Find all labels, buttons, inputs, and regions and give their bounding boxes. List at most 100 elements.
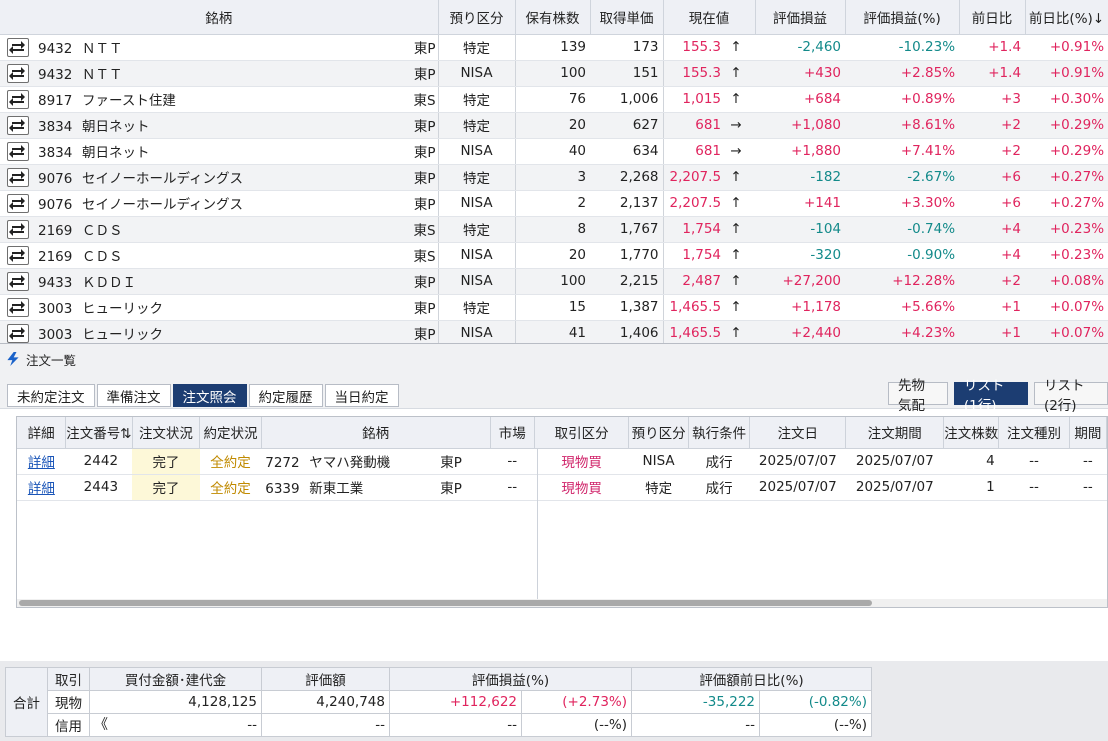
- col-header-status[interactable]: 注文状況: [132, 417, 201, 449]
- expand-chevron-icon[interactable]: 《: [94, 718, 108, 732]
- holding-row[interactable]: 2169 ＣＤＳ 東S 特定 8 1,767 1,754 ↑ -104 -0.74% +4 +0.23…: [0, 216, 1108, 243]
- order-account: NISA: [628, 448, 689, 475]
- holding-price-cell: 2,207.5 ↑: [663, 164, 756, 191]
- price-trend-arrow-icon: ↑: [730, 91, 742, 107]
- col-header-period[interactable]: 注文期間: [845, 417, 945, 449]
- holding-market: 東S: [404, 86, 439, 113]
- holding-chg: +1: [959, 294, 1026, 321]
- col-header-qty[interactable]: 注文株数: [943, 417, 1000, 449]
- col-header-cost[interactable]: 取得単価: [590, 0, 664, 35]
- price-trend-arrow-icon: ↑: [730, 273, 742, 289]
- col-header-pl[interactable]: 評価損益: [755, 0, 846, 35]
- order-detail-link[interactable]: 詳細: [28, 481, 55, 497]
- summary-total-label: 合計: [5, 667, 48, 737]
- holding-code: 8917: [38, 93, 73, 109]
- holding-account: 特定: [438, 86, 516, 113]
- holding-name: ＫＤＤＩ: [82, 275, 136, 291]
- col-header-detail[interactable]: 詳細: [17, 417, 67, 449]
- col-header-name[interactable]: 銘柄: [0, 0, 439, 35]
- holding-pl-pct: +8.61%: [845, 112, 960, 139]
- holding-code: 9076: [38, 197, 73, 213]
- holding-row[interactable]: 9076 セイノーホールディングス 東P 特定 3 2,268 2,207.5 ↑ -182 -2…: [0, 164, 1108, 191]
- list-2-row-button[interactable]: リスト(2行): [1033, 378, 1108, 414]
- swap-arrows-icon[interactable]: [7, 89, 29, 109]
- swap-arrows-icon[interactable]: [7, 271, 29, 291]
- swap-arrows-icon[interactable]: [7, 219, 29, 239]
- holding-market: 東P: [404, 138, 439, 165]
- col-header-chg[interactable]: 前日比: [959, 0, 1026, 35]
- swap-arrows-icon[interactable]: [7, 245, 29, 265]
- order-row[interactable]: 詳細 2443 完了 全約定 6339 新東工業 東P -- 現物買 特定 成行 2025/07/07…: [17, 474, 1107, 501]
- tab-today-executions[interactable]: 当日約定: [324, 384, 399, 407]
- swap-arrows-icon[interactable]: [7, 297, 29, 317]
- holding-chg: +1.4: [959, 60, 1026, 87]
- holding-price-cell: 1,754 ↑: [663, 242, 756, 269]
- tab-execution-history[interactable]: 約定履歴: [248, 384, 323, 407]
- col-header-pl-pct[interactable]: 評価損益(%): [845, 0, 960, 35]
- col-header-qty[interactable]: 保有株数: [515, 0, 591, 35]
- list-1-row-button[interactable]: リスト(1行): [953, 378, 1028, 414]
- order-period: 2025/07/07: [845, 474, 944, 501]
- holding-name-cell: 3003 ヒューリック: [32, 294, 404, 321]
- swap-arrows-icon[interactable]: [7, 37, 29, 57]
- holding-pl: +1,880: [755, 138, 846, 165]
- tab-order-inquiry[interactable]: 注文照会: [172, 384, 247, 407]
- order-action-cell: [0, 190, 32, 217]
- holding-account: NISA: [438, 138, 516, 165]
- scrollbar-thumb[interactable]: [19, 600, 872, 606]
- swap-arrows-icon[interactable]: [7, 323, 29, 343]
- holding-row[interactable]: 9076 セイノーホールディングス 東P NISA 2 2,137 2,207.5 ↑ +141…: [0, 190, 1108, 217]
- holding-row[interactable]: 3834 朝日ネット 東P 特定 20 627 681 → +1,080 +8.61% +2 +0.2…: [0, 112, 1108, 139]
- holding-qty: 100: [515, 268, 591, 295]
- holding-row[interactable]: 9433 ＫＤＤＩ 東P NISA 100 2,215 2,487 ↑ +27,200 +12.2…: [0, 268, 1108, 295]
- order-exchange: 東P: [440, 481, 462, 497]
- price-trend-arrow-icon: ↑: [730, 221, 742, 237]
- order-row[interactable]: 詳細 2442 完了 全約定 7272 ヤマハ発動機 東P -- 現物買 NISA 成行 2025/0…: [17, 448, 1107, 475]
- col-header-chg-pct[interactable]: 前日比(%)↓: [1025, 0, 1108, 35]
- col-header-order-no[interactable]: 注文番号⇅: [65, 417, 133, 449]
- col-header-order-date[interactable]: 注文日: [749, 417, 847, 449]
- col-header-exec-status[interactable]: 約定状況: [199, 417, 262, 449]
- price-trend-arrow-icon: ↑: [730, 169, 742, 185]
- holding-row[interactable]: 3003 ヒューリック 東P 特定 15 1,387 1,465.5 ↑ +1,178 +5.66…: [0, 294, 1108, 321]
- order-market: --: [490, 474, 535, 501]
- holding-name-cell: 2169 ＣＤＳ: [32, 242, 404, 269]
- holding-row[interactable]: 8917 ファースト住建 東S 特定 76 1,006 1,015 ↑ +684 +0.89% +3…: [0, 86, 1108, 113]
- holding-chg: +1: [959, 320, 1026, 343]
- col-header-market[interactable]: 市場: [490, 417, 535, 449]
- col-header-term[interactable]: 期間: [1069, 417, 1107, 449]
- swap-arrows-icon[interactable]: [7, 193, 29, 213]
- holding-chg: +6: [959, 164, 1026, 191]
- holding-pl-pct: -2.67%: [845, 164, 960, 191]
- holding-row[interactable]: 3834 朝日ネット 東P NISA 40 634 681 → +1,880 +7.41% +2 +0…: [0, 138, 1108, 165]
- col-header-account[interactable]: 預り区分: [438, 0, 516, 35]
- holding-qty: 2: [515, 190, 591, 217]
- holding-row[interactable]: 9432 ＮＴＴ 東P NISA 100 151 155.3 ↑ +430 +2.85% +1.4 +…: [0, 60, 1108, 87]
- swap-arrows-icon[interactable]: [7, 115, 29, 135]
- holding-pl-pct: +7.41%: [845, 138, 960, 165]
- holding-price-cell: 155.3 ↑: [663, 34, 756, 61]
- futures-quote-button[interactable]: 先物気配: [888, 378, 948, 414]
- swap-arrows-icon[interactable]: [7, 167, 29, 187]
- col-header-price[interactable]: 現在値: [663, 0, 756, 35]
- holding-row[interactable]: 9432 ＮＴＴ 東P 特定 139 173 155.3 ↑ -2,460 -10.23% +1.4…: [0, 34, 1108, 61]
- col-header-name[interactable]: 銘柄: [261, 417, 491, 449]
- swap-arrows-icon[interactable]: [7, 141, 29, 161]
- order-trade-type: 現物買: [534, 474, 629, 501]
- holding-price: 1,754: [682, 221, 722, 237]
- col-header-condition[interactable]: 執行条件: [688, 417, 751, 449]
- orders-panel-title: 注文一覧: [6, 349, 76, 369]
- col-header-trade-type[interactable]: 取引区分: [534, 417, 630, 449]
- order-term: --: [1069, 474, 1107, 501]
- holding-code: 3003: [38, 301, 73, 317]
- order-detail-link[interactable]: 詳細: [28, 455, 55, 471]
- col-header-order-type[interactable]: 注文種別: [998, 417, 1070, 449]
- swap-arrows-icon[interactable]: [7, 63, 29, 83]
- holding-row[interactable]: 3003 ヒューリック 東P NISA 41 1,406 1,465.5 ↑ +2,440 +4.…: [0, 320, 1108, 343]
- horizontal-scrollbar[interactable]: [17, 599, 1107, 607]
- tab-prepared[interactable]: 準備注文: [96, 384, 171, 407]
- holding-name-cell: 3834 朝日ネット: [32, 112, 404, 139]
- holding-row[interactable]: 2169 ＣＤＳ 東S NISA 20 1,770 1,754 ↑ -320 -0.90% +4 +0…: [0, 242, 1108, 269]
- col-header-account[interactable]: 預り区分: [628, 417, 689, 449]
- tab-unexecuted[interactable]: 未約定注文: [7, 384, 95, 407]
